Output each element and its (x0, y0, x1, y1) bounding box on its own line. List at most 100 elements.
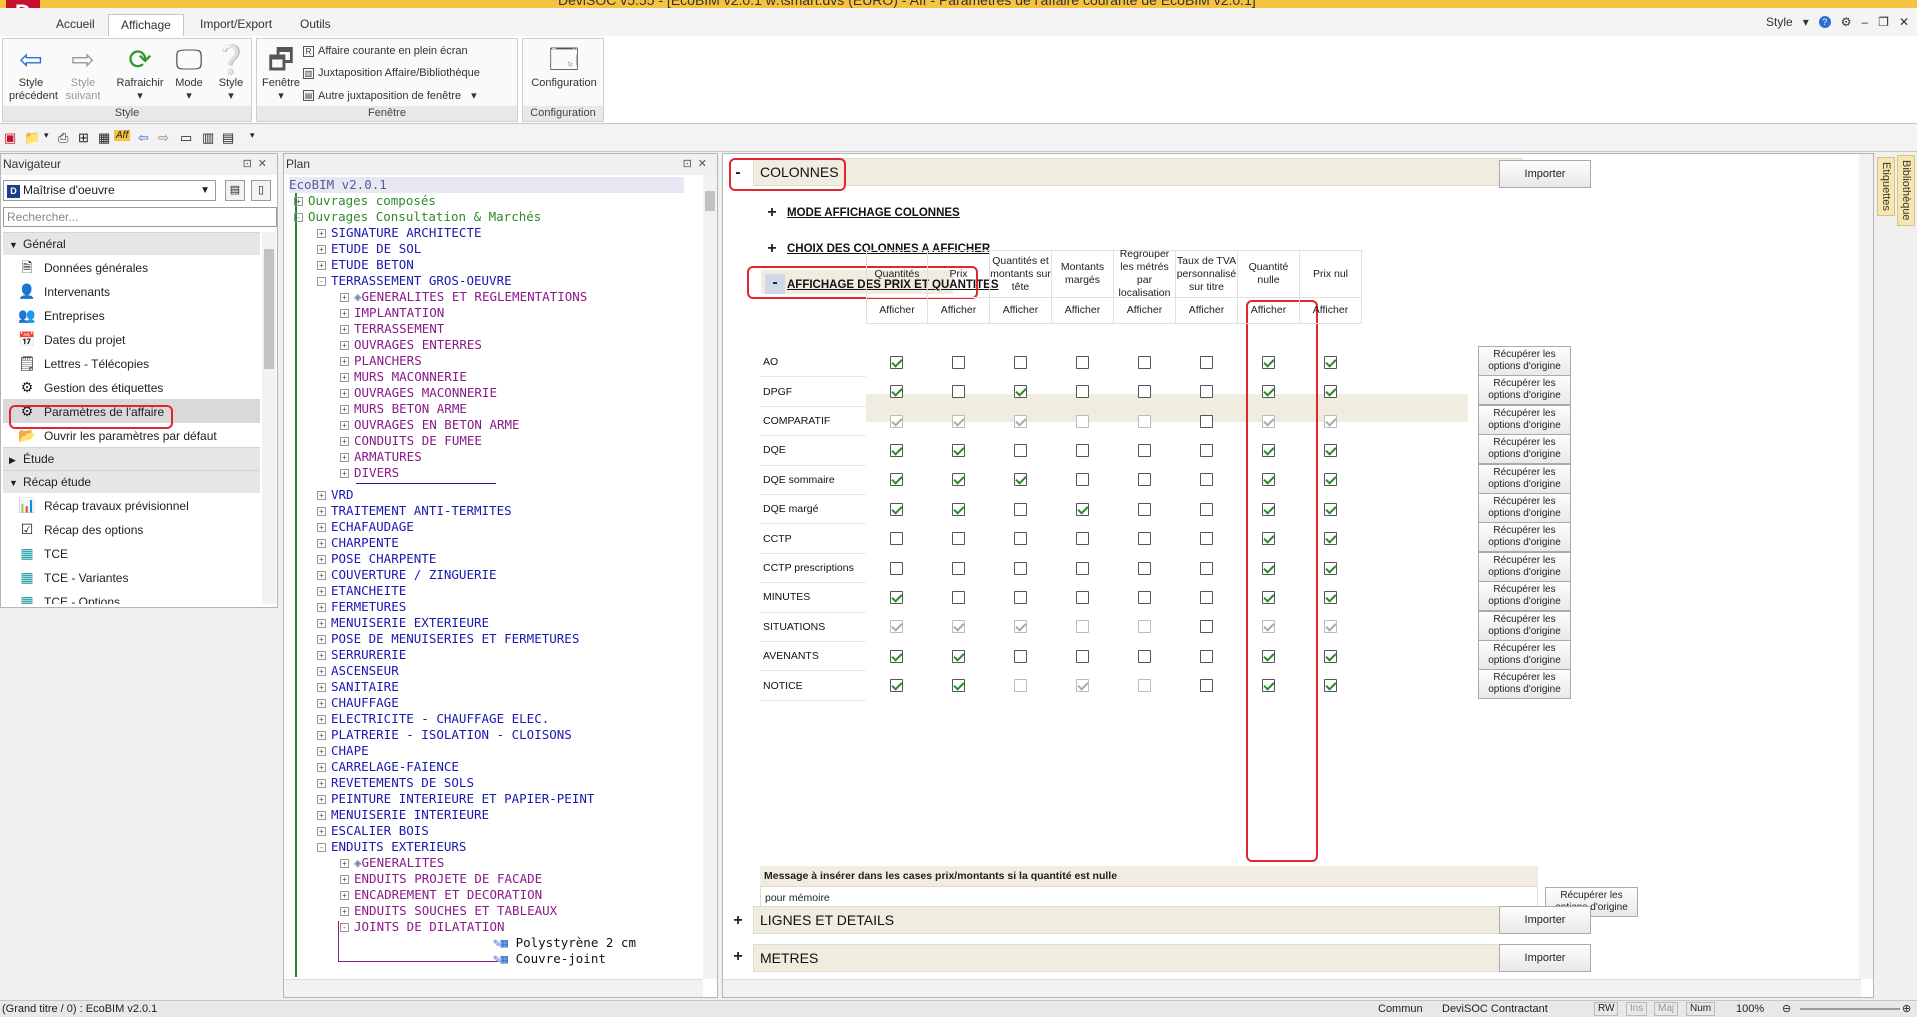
collapse-icon[interactable]: - (294, 213, 303, 222)
nav-item-parametres[interactable]: ⚙ Paramètres de l'affaire (3, 399, 260, 423)
option-checkbox[interactable] (1262, 473, 1275, 487)
zoom-slider[interactable] (1800, 1008, 1900, 1010)
option-checkbox[interactable] (952, 649, 965, 663)
option-checkbox[interactable] (1014, 443, 1027, 457)
expand-icon[interactable]: + (317, 523, 326, 532)
option-checkbox[interactable] (1324, 414, 1337, 428)
option-checkbox[interactable] (1324, 561, 1337, 575)
option-checkbox[interactable] (1076, 355, 1089, 369)
expand-icon[interactable]: + (317, 555, 326, 564)
expand-icon[interactable]: + (340, 875, 349, 884)
option-checkbox[interactable] (1076, 590, 1089, 604)
style-previous-button[interactable]: ⇦ Style précédent (9, 43, 58, 103)
expand-icon[interactable]: + (340, 891, 349, 900)
option-checkbox[interactable] (1324, 385, 1337, 399)
expand-icon[interactable]: + (340, 309, 349, 318)
expand-icon[interactable]: + (317, 571, 326, 580)
plan-node[interactable]: + DIVERS (340, 465, 399, 481)
option-checkbox[interactable] (1138, 385, 1151, 399)
option-checkbox[interactable] (1014, 502, 1027, 516)
option-checkbox[interactable] (1138, 532, 1151, 546)
option-checkbox[interactable] (1200, 620, 1213, 634)
panel-buttons[interactable]: ⊡✕ (243, 154, 273, 174)
plan-node[interactable]: - ENDUITS EXTERIEURS (317, 839, 466, 855)
plan-node[interactable]: + MURS MACONNERIE (340, 369, 467, 385)
plan-node[interactable]: + ENDUITS PROJETE DE FACADE (340, 871, 542, 887)
plan-node[interactable]: + SIGNATURE ARCHITECTE (317, 225, 482, 241)
option-checkbox[interactable] (1324, 679, 1337, 693)
import-colonnes-button[interactable]: Importer (1499, 160, 1591, 188)
expand-icon[interactable]: + (340, 453, 349, 462)
doc-view-button[interactable]: ▯ (251, 180, 271, 201)
option-checkbox[interactable] (1324, 355, 1337, 369)
plan-root[interactable]: EcoBIM v2.0.1 (289, 177, 684, 193)
option-checkbox[interactable] (1076, 502, 1089, 516)
plan-node[interactable]: + ◈GENERALITES (340, 855, 444, 871)
option-checkbox[interactable] (1262, 355, 1275, 369)
mode-affichage-toggle[interactable]: + (765, 204, 779, 222)
expand-icon[interactable]: + (317, 651, 326, 660)
option-checkbox[interactable] (1138, 473, 1151, 487)
option-checkbox[interactable] (1262, 679, 1275, 693)
settings-icon[interactable]: ⚙ (1841, 15, 1852, 29)
plan-node[interactable]: + OUVRAGES MACONNERIE (340, 385, 497, 401)
plan-node[interactable]: + ETUDE BETON (317, 257, 414, 273)
nav-item-intervenants[interactable]: 👤 Intervenants (3, 279, 260, 303)
expand-icon[interactable]: + (317, 619, 326, 628)
option-checkbox[interactable] (1324, 649, 1337, 663)
plan-node[interactable]: + MURS BETON ARME (340, 401, 467, 417)
expand-icon[interactable]: + (340, 373, 349, 382)
main-scrollbar[interactable] (1859, 154, 1873, 979)
expand-icon[interactable]: + (317, 603, 326, 612)
option-checkbox[interactable] (1014, 385, 1027, 399)
section-etude[interactable]: ▶ Étude (3, 447, 260, 470)
colonnes-toggle[interactable]: - (731, 164, 745, 182)
option-checkbox[interactable] (890, 561, 903, 575)
expand-icon[interactable]: + (317, 811, 326, 820)
folder-icon[interactable]: 📁 (24, 130, 40, 146)
section-metres[interactable]: METRES (753, 944, 1523, 972)
expand-icon[interactable]: + (317, 827, 326, 836)
option-checkbox[interactable] (890, 620, 903, 634)
tab-accueil[interactable]: Accueil (44, 14, 107, 36)
expand-icon[interactable]: + (317, 507, 326, 516)
option-checkbox[interactable] (1076, 443, 1089, 457)
collapse-icon[interactable]: - (340, 923, 349, 932)
plan-hscrollbar[interactable] (284, 979, 703, 997)
tab-bibliotheque[interactable]: Bibliothèque (1897, 155, 1915, 226)
tab-affichage[interactable]: Affichage (108, 14, 184, 36)
other-juxtaposition-button[interactable]: ▤ Autre juxtaposition de fenêtre ▾ (303, 89, 477, 102)
nav-item-dates[interactable]: 📅 Dates du projet (3, 327, 260, 351)
option-checkbox[interactable] (1014, 355, 1027, 369)
option-checkbox[interactable] (1076, 414, 1089, 428)
expand-icon[interactable]: + (317, 763, 326, 772)
option-checkbox[interactable] (1262, 414, 1275, 428)
option-checkbox[interactable] (1324, 443, 1337, 457)
option-checkbox[interactable] (952, 414, 965, 428)
option-checkbox[interactable] (1076, 620, 1089, 634)
option-checkbox[interactable] (952, 620, 965, 634)
panel-buttons[interactable]: ⊡✕ (683, 154, 713, 174)
nav-item-donnees[interactable]: 🗎 Données générales (3, 255, 260, 279)
option-checkbox[interactable] (952, 679, 965, 693)
option-checkbox[interactable] (1324, 473, 1337, 487)
chevron-down-icon[interactable]: ▾ (1803, 15, 1809, 29)
grid-view-button[interactable]: ▤ (225, 180, 245, 201)
r-icon[interactable]: ▭ (180, 130, 192, 146)
plan-node[interactable]: - TERRASSEMENT GROS-OEUVRE (317, 273, 512, 289)
option-checkbox[interactable] (1138, 443, 1151, 457)
option-checkbox[interactable] (1324, 502, 1337, 516)
expand-icon[interactable]: + (340, 325, 349, 334)
option-checkbox[interactable] (952, 590, 965, 604)
nav-item-lettres[interactable]: 🗒 Lettres - Télécopies (3, 351, 260, 375)
recover-options-button[interactable]: Récupérer les options d'origine (1478, 375, 1571, 406)
expand-icon[interactable]: + (317, 635, 326, 644)
expand-icon[interactable]: + (340, 907, 349, 916)
expand-icon[interactable]: + (340, 341, 349, 350)
plan-node[interactable]: + ASCENSEUR (317, 663, 399, 679)
option-checkbox[interactable] (1014, 620, 1027, 634)
plan-node[interactable]: + PLANCHERS (340, 353, 422, 369)
plan-node[interactable]: + PEINTURE INTERIEURE ET PAPIER-PEINT (317, 791, 594, 807)
plan-node[interactable]: + VRD (317, 487, 354, 503)
plan-node[interactable]: + ENCADREMENT ET DECORATION (340, 887, 542, 903)
